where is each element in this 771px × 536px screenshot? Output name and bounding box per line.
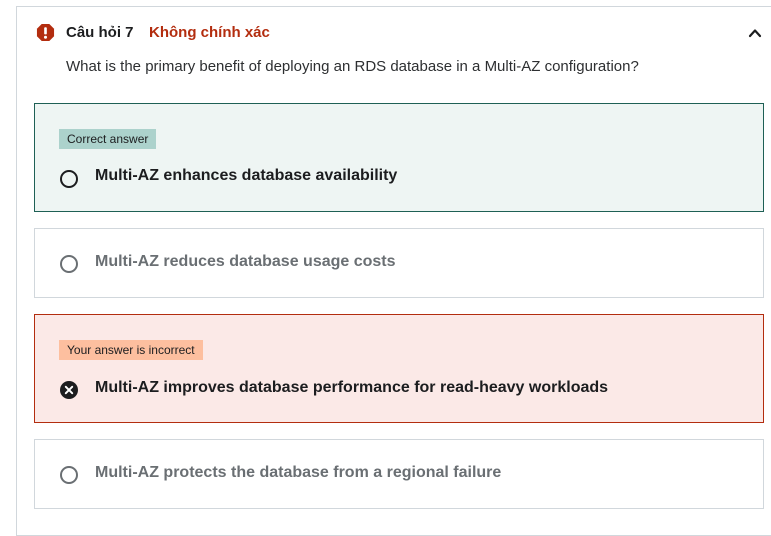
answer-option-4[interactable]: Multi-AZ protects the database from a re…	[34, 439, 764, 509]
radio-button[interactable]	[60, 170, 78, 188]
incorrect-answer-badge: Your answer is incorrect	[59, 340, 203, 360]
answer-option-1[interactable]: Correct answer Multi-AZ enhances databas…	[34, 103, 764, 212]
correct-answer-badge: Correct answer	[59, 129, 157, 149]
collapse-button[interactable]	[745, 23, 765, 43]
radio-button[interactable]	[60, 466, 78, 484]
answer-option-2[interactable]: Multi-AZ reduces database usage costs	[34, 228, 764, 298]
chevron-up-icon	[748, 29, 762, 38]
option-label: Multi-AZ enhances database availability	[95, 167, 398, 184]
question-text: What is the primary benefit of deploying…	[66, 58, 639, 75]
question-panel: Câu hỏi 7 Không chính xác What is the pr…	[16, 6, 771, 536]
x-circle-icon[interactable]	[60, 381, 78, 399]
answer-option-3[interactable]: Your answer is incorrect Multi-AZ improv…	[34, 314, 764, 423]
radio-button[interactable]	[60, 255, 78, 273]
option-label: Multi-AZ improves database performance f…	[95, 379, 609, 396]
option-label: Multi-AZ protects the database from a re…	[95, 464, 502, 481]
question-status: Không chính xác	[149, 24, 270, 41]
alert-icon	[36, 23, 55, 42]
question-number: Câu hỏi 7	[66, 24, 134, 41]
question-header: Câu hỏi 7 Không chính xác	[17, 7, 771, 59]
option-label: Multi-AZ reduces database usage costs	[95, 253, 396, 270]
